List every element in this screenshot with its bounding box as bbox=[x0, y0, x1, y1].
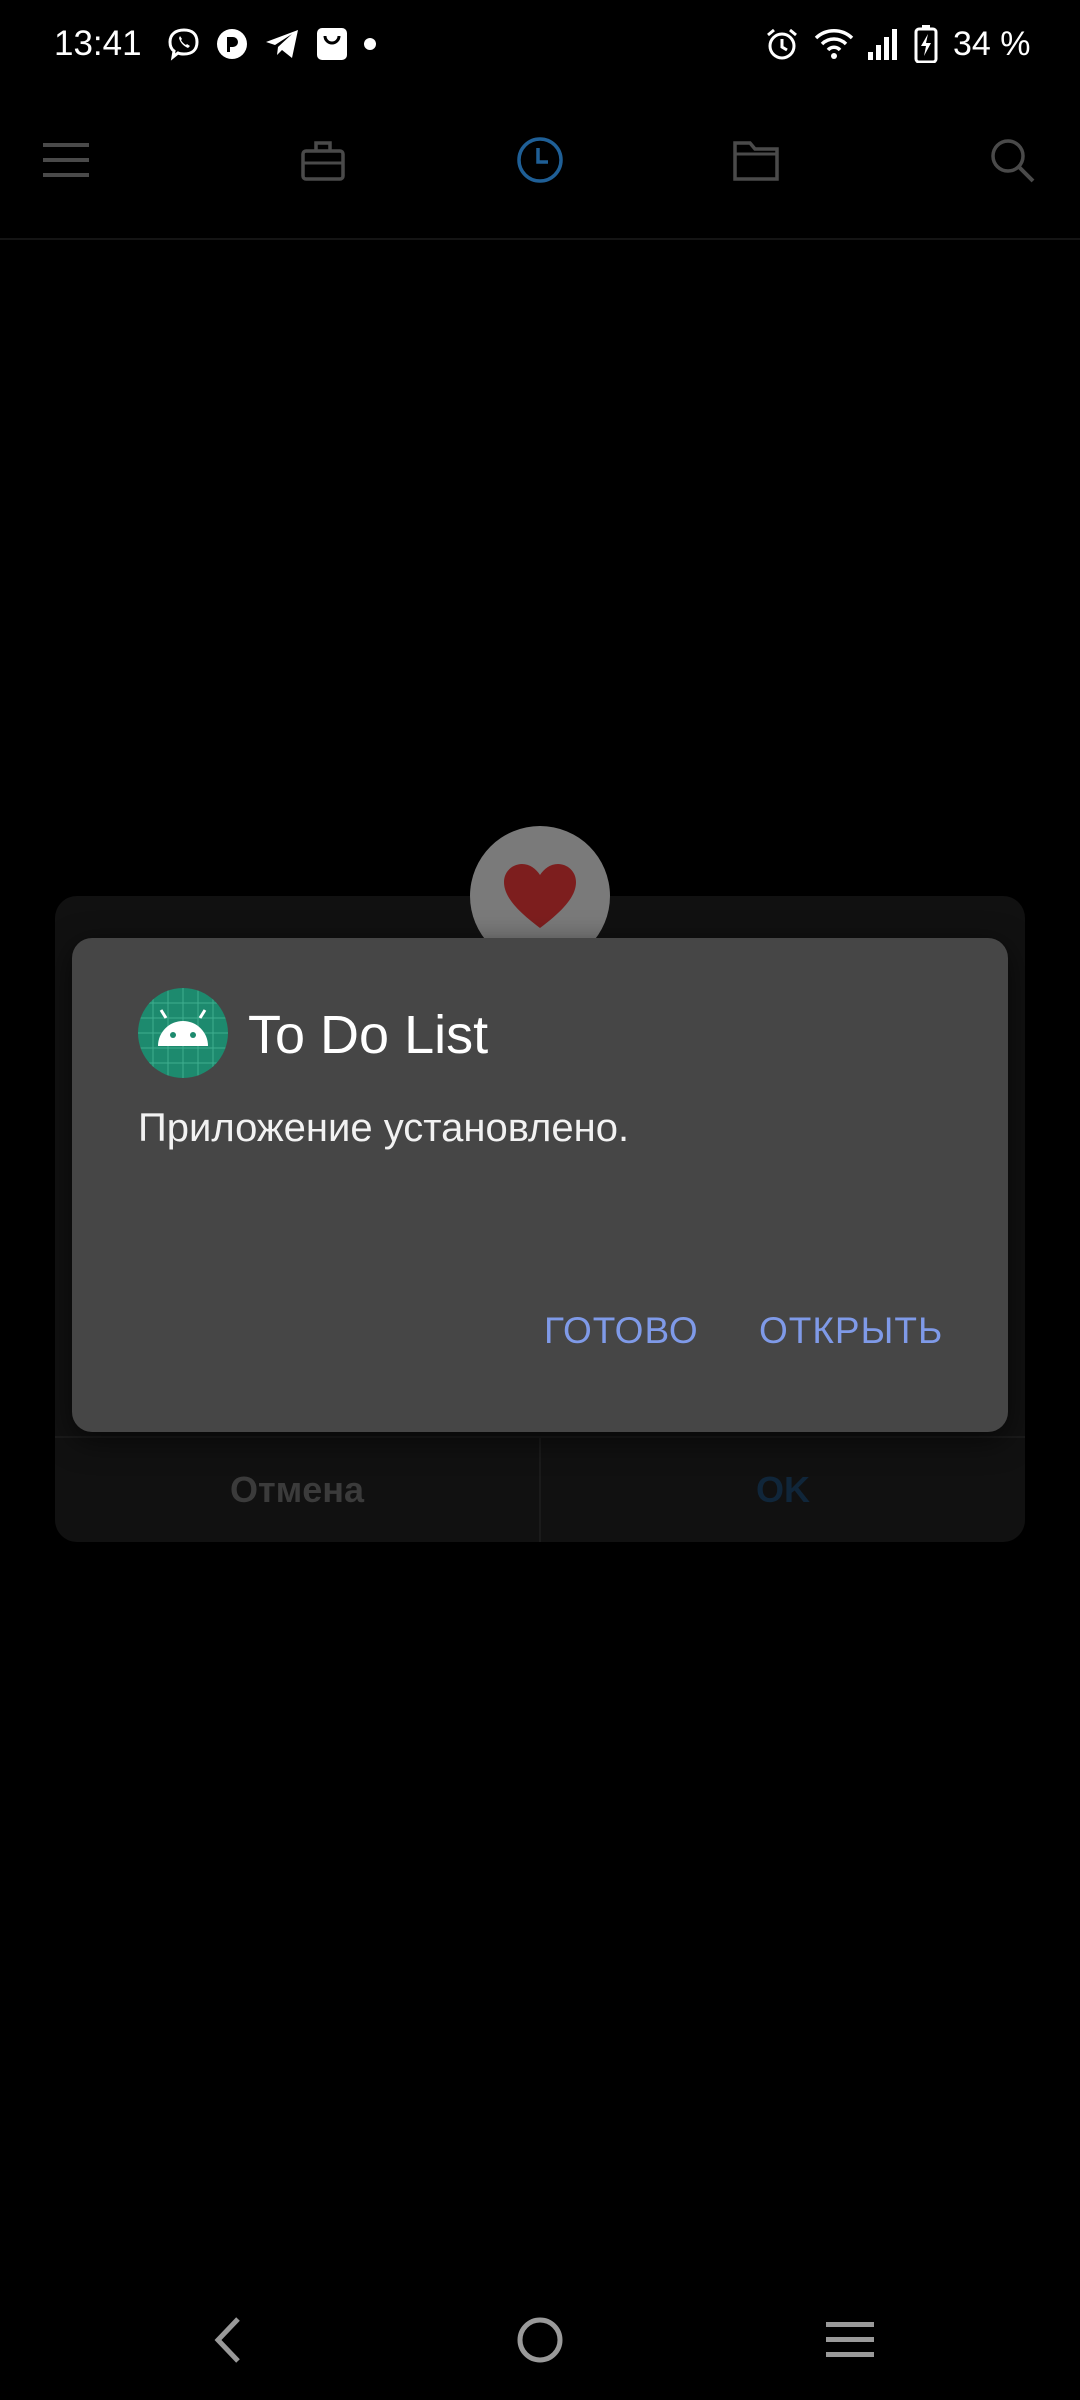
done-button[interactable]: ГОТОВО bbox=[544, 1310, 699, 1352]
telegram-icon bbox=[262, 22, 302, 66]
ok-button[interactable]: OK bbox=[541, 1438, 1025, 1542]
briefcase-icon[interactable] bbox=[295, 132, 351, 188]
cancel-button[interactable]: Отмена bbox=[55, 1438, 539, 1542]
viber-icon bbox=[164, 22, 204, 66]
battery-percent: 34 % bbox=[953, 25, 1031, 63]
app-notification-icon bbox=[212, 22, 252, 66]
status-bar: 13:41 34 % bbox=[0, 0, 1080, 92]
home-icon[interactable] bbox=[510, 2310, 570, 2370]
top-toolbar bbox=[0, 92, 1080, 240]
folder-icon[interactable] bbox=[728, 132, 784, 188]
recents-icon[interactable] bbox=[820, 2310, 880, 2370]
open-button[interactable]: ОТКРЫТЬ bbox=[759, 1310, 943, 1352]
navigation-bar bbox=[0, 2280, 1080, 2400]
clock-icon[interactable] bbox=[512, 132, 568, 188]
battery-charging-icon bbox=[908, 22, 944, 66]
menu-icon[interactable] bbox=[38, 132, 94, 188]
shopping-bag-icon bbox=[312, 22, 352, 66]
search-icon[interactable] bbox=[984, 132, 1040, 188]
wifi-icon bbox=[812, 22, 856, 66]
signal-icon bbox=[864, 22, 900, 66]
heart-icon bbox=[504, 864, 576, 928]
alarm-icon bbox=[762, 22, 802, 66]
dialog-message: Приложение установлено. bbox=[138, 1106, 630, 1150]
app-name: To Do List bbox=[248, 1005, 489, 1065]
status-time: 13:41 bbox=[54, 24, 142, 63]
back-icon[interactable] bbox=[198, 2310, 258, 2370]
install-complete-dialog: To Do List Приложение установлено. ГОТОВ… bbox=[72, 938, 1008, 1432]
more-dot-icon bbox=[360, 22, 380, 66]
app-icon bbox=[138, 988, 228, 1078]
